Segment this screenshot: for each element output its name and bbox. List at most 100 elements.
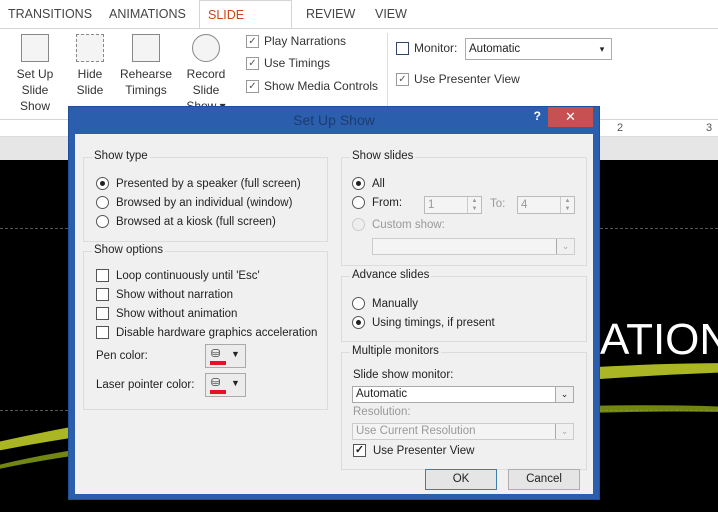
set-up-slide-show-button[interactable]: Set Up Slide Show [6, 34, 64, 114]
play-narrations-checkbox[interactable]: ✓ Play Narrations [246, 34, 346, 48]
radio-icon [96, 215, 109, 228]
paint-bucket-icon: ⛁ [211, 348, 221, 360]
setup-show-icon [21, 34, 49, 62]
checkbox-icon [96, 269, 109, 282]
show-media-controls-checkbox[interactable]: ✓ Show Media Controls [246, 79, 378, 93]
value: Automatic [356, 388, 408, 400]
label: Presented by a speaker (full screen) [116, 177, 301, 190]
radio-manually[interactable]: Manually [352, 297, 418, 310]
laser-color-button[interactable]: ⛁ ▼ [205, 373, 246, 397]
rehearse-timings-button[interactable]: Rehearse Timings [118, 34, 174, 98]
check-icon: ✓ [246, 79, 259, 93]
value: Automatic [469, 43, 521, 55]
radio-browsed-at-kiosk[interactable]: Browsed at a kiosk (full screen) [96, 215, 276, 228]
checkbox-icon [96, 288, 109, 301]
radio-using-timings[interactable]: Using timings, if present [352, 316, 495, 329]
radio-icon [352, 297, 365, 310]
tab-view[interactable]: VIEW [367, 0, 415, 28]
label: Timings [125, 83, 167, 97]
paint-bucket-icon: ⛁ [211, 377, 221, 389]
check-icon: ✓ [353, 444, 366, 457]
dialog-title: Set Up Show [293, 112, 375, 128]
hide-slide-icon [76, 34, 104, 62]
chevron-down-icon: ▾ [593, 39, 611, 59]
to-label: To: [490, 198, 505, 210]
radio-icon [352, 316, 365, 329]
slide-title[interactable]: ATION [600, 315, 718, 365]
label: Manually [372, 297, 419, 310]
label: Play Narrations [264, 34, 347, 48]
radio-icon [352, 196, 365, 209]
radio-all-slides[interactable]: All [352, 177, 385, 190]
label: Show without narration [116, 288, 233, 301]
pen-color-button[interactable]: ⛁ ▼ [205, 344, 246, 368]
disable-hw-accel-checkbox[interactable]: Disable hardware graphics acceleration [96, 326, 317, 339]
label: Loop continuously until 'Esc' [116, 269, 260, 282]
close-button[interactable]: ✕ [548, 107, 593, 127]
cancel-button[interactable]: Cancel [508, 469, 580, 490]
resolution-select[interactable]: Use Current Resolution ⌄ [352, 423, 574, 440]
laser-color-label: Laser pointer color: [96, 379, 194, 391]
group-label: Show type [92, 150, 150, 162]
tab-transitions[interactable]: TRANSITIONS [0, 0, 100, 28]
checkbox-icon [96, 326, 109, 339]
hide-slide-button[interactable]: Hide Slide [70, 34, 110, 98]
stopwatch-icon [132, 34, 160, 62]
help-button[interactable]: ? [534, 109, 541, 123]
monitor-select[interactable]: Automatic ▾ [465, 38, 612, 60]
color-swatch [210, 390, 226, 394]
value: 4 [521, 199, 528, 211]
use-timings-checkbox[interactable]: ✓ Use Timings [246, 56, 330, 70]
label: Show without animation [116, 307, 238, 320]
label: Slide [76, 83, 104, 97]
label: Resolution: [353, 406, 411, 418]
radio-custom-show[interactable]: Custom show: [352, 218, 445, 231]
to-spinner[interactable]: 4 ▲ ▼ [517, 196, 575, 214]
color-swatch [210, 361, 226, 365]
label: Use Presenter View [414, 72, 520, 86]
label: Browsed by an individual (window) [116, 196, 293, 209]
multiple-monitors-group: Multiple monitors Slide show monitor: Au… [341, 345, 587, 470]
loop-checkbox[interactable]: Loop continuously until 'Esc' [96, 269, 260, 282]
radio-icon [352, 218, 365, 231]
value: Use Current Resolution [356, 425, 476, 437]
monitor-label: Monitor: [396, 41, 457, 55]
use-presenter-view-checkbox[interactable]: ✓ Use Presenter View [396, 72, 520, 86]
label: Use Presenter View [373, 444, 475, 457]
advance-slides-group: Advance slides Manually Using timings, i… [341, 269, 587, 342]
use-presenter-view-checkbox[interactable]: ✓ Use Presenter View [353, 444, 474, 457]
label: Custom show: [372, 218, 445, 231]
tab-animations[interactable]: ANIMATIONS [101, 0, 194, 28]
checkbox-icon [96, 307, 109, 320]
slide-show-monitor-label: Slide show monitor: [353, 369, 453, 381]
resolution-label: Resolution: [353, 406, 411, 418]
group-label: Multiple monitors [350, 345, 441, 357]
tab-review[interactable]: REVIEW [298, 0, 363, 28]
check-icon: ✓ [246, 34, 259, 48]
radio-icon [96, 177, 109, 190]
monitor-icon [396, 41, 409, 55]
label: Slide Show [19, 83, 51, 113]
record-slide-show-button[interactable]: Record Slide Show ▾ [172, 34, 240, 114]
label: Record Slide [186, 67, 226, 97]
custom-show-select[interactable]: ⌄ [372, 238, 575, 255]
label: From: [372, 196, 403, 209]
tab-slide-show[interactable]: SLIDE SHOW [199, 0, 292, 50]
label: Pen color: [96, 350, 148, 362]
label: Show Media Controls [264, 79, 379, 93]
radio-from[interactable]: From: [352, 196, 402, 209]
group-label: Show slides [350, 150, 416, 162]
label: Use Timings [264, 56, 331, 70]
chevron-down-icon: ⌄ [555, 424, 573, 439]
label: Using timings, if present [372, 316, 495, 329]
radio-presented-by-speaker[interactable]: Presented by a speaker (full screen) [96, 177, 301, 190]
without-animation-checkbox[interactable]: Show without animation [96, 307, 237, 320]
spinner-arrows-icon: ▲ ▼ [467, 197, 481, 213]
without-narration-checkbox[interactable]: Show without narration [96, 288, 233, 301]
ok-button[interactable]: OK [425, 469, 497, 490]
slide-show-monitor-select[interactable]: Automatic ⌄ [352, 386, 574, 403]
from-spinner[interactable]: 1 ▲ ▼ [424, 196, 482, 214]
value: 1 [428, 199, 435, 211]
radio-browsed-by-individual[interactable]: Browsed by an individual (window) [96, 196, 292, 209]
record-icon [192, 34, 220, 62]
